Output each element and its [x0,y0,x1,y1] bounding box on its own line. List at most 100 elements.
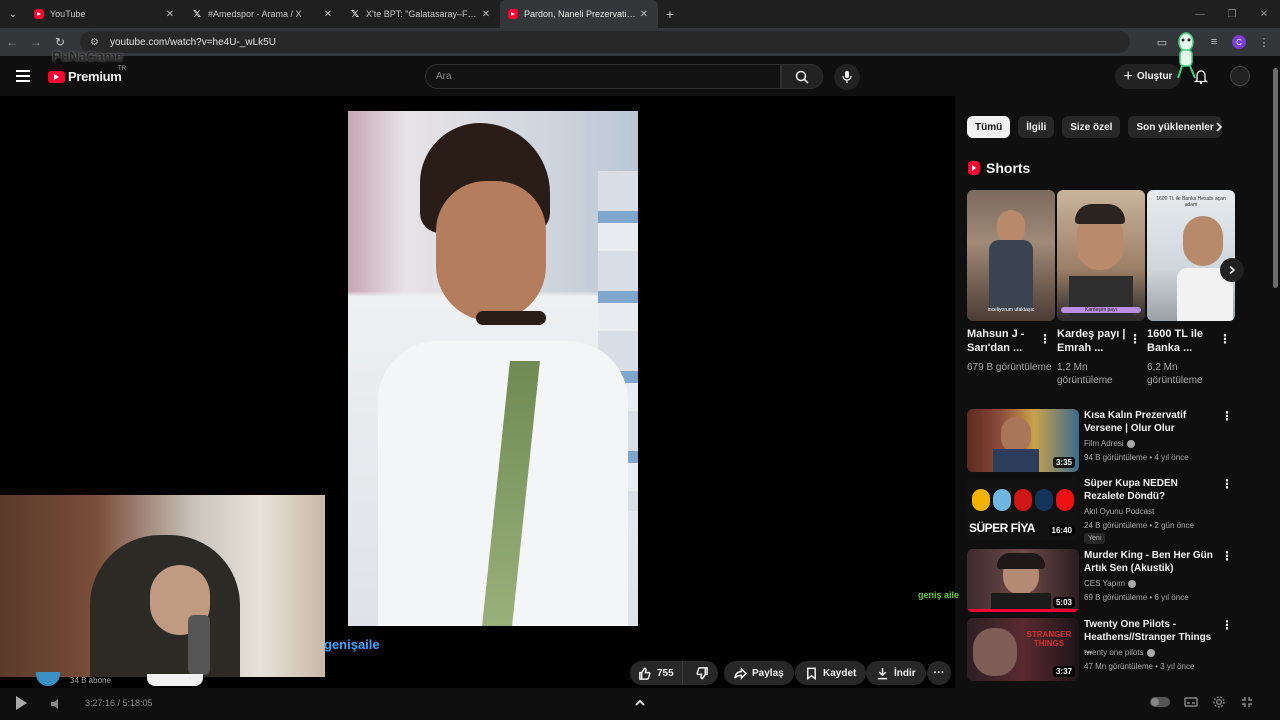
tab-youtube[interactable]: YouTube ✕ [26,0,184,28]
download-icon [877,667,888,679]
recommended-video[interactable]: 3:35 Kısa Kalın Prezervatif Versene | Ol… [967,409,1235,473]
video-frame[interactable] [348,111,638,626]
bookmark-icon [807,667,816,680]
minimize-icon[interactable]: — [1184,0,1216,28]
video-channel[interactable]: Film Adresi [1084,439,1135,448]
youtube-logo[interactable]: Premium TR [48,66,126,84]
tab-bpt[interactable]: 𝕏 X'te BPT: "Galatasaray–Fenerba ✕ [342,0,500,28]
chevron-right-icon[interactable] [1213,121,1225,133]
short-thumbnail[interactable]: 1600 TL ile Banka Hesabı açan adam [1147,190,1235,321]
short-thumbnail[interactable]: Kardeşim payı [1057,190,1145,321]
video-thumbnail[interactable]: 5:03 [967,549,1079,612]
video-channel[interactable]: twenty one pilots [1084,648,1155,657]
save-button[interactable]: Kaydet [795,661,867,685]
media-icon[interactable]: ≡ [1206,36,1222,48]
settings-gear-icon[interactable] [1212,695,1226,709]
window-controls: — ❐ ✕ [1184,0,1280,28]
short-item[interactable]: 1600 TL ile Banka Hesabı açan adam 1600 … [1147,190,1235,387]
more-vertical-icon[interactable]: ⋮ [1221,549,1233,563]
chevron-up-icon[interactable] [633,696,647,710]
player-bottom-bar: 3:27:16 / 5:18:05 [0,688,1270,720]
scrollbar-thumb[interactable] [1273,68,1278,288]
autoplay-toggle[interactable] [1150,697,1170,707]
channel-name-link[interactable]: genişaile [324,637,380,652]
search-input[interactable]: Ara [425,64,781,89]
subtitles-icon[interactable] [1184,695,1198,709]
volume-icon[interactable] [49,697,63,711]
back-icon[interactable]: ← [0,28,24,56]
short-title: 1600 TL ile Banka ... [1147,328,1204,354]
more-vertical-icon[interactable]: ⋮ [1219,332,1231,346]
thumb-face [1183,216,1223,266]
address-bar[interactable]: ⚙ youtube.com/watch?v=he4U-_wLk5U [80,31,1130,53]
close-icon[interactable]: ✕ [322,9,334,20]
fullscreen-exit-icon[interactable] [1240,695,1254,709]
forward-icon[interactable]: → [24,28,48,56]
verified-badge-icon [1146,648,1155,657]
time-display: 3:27:16 / 5:18:05 [85,698,153,708]
youtube-icon [34,9,44,19]
tab-current-video[interactable]: Pardon, Naneli Prezervatif Var M ✕ [500,0,658,28]
new-tab-button[interactable]: + [658,6,682,22]
thumb-shirt [1069,276,1133,321]
subscribe-button[interactable] [147,674,203,686]
stream-overlay-logo: PuNaGame [52,48,123,64]
close-icon[interactable]: ✕ [638,9,650,20]
stream-mascot-icon [1177,32,1196,79]
menu-icon[interactable] [16,70,30,82]
profile-avatar[interactable]: C [1232,35,1246,49]
voice-search-button[interactable] [834,64,860,90]
chip-related[interactable]: İlgili [1018,116,1055,138]
video-channel[interactable]: Akıl Oyunu Podcast [1084,507,1154,516]
share-label: Paylaş [752,667,784,679]
video-thumbnail[interactable]: SÜPER FİYA 16:40 [967,477,1079,540]
short-thumbnail[interactable]: inceliyorum ufaktaşıc [967,190,1055,321]
short-item[interactable]: Kardeşim payı Kardeş payı | Emrah ... 1,… [1057,190,1145,387]
video-thumbnail[interactable]: STRANGER THINGS 3:37 [967,618,1079,681]
shorts-next-button[interactable] [1220,258,1244,282]
video-thumbnail[interactable]: 3:35 [967,409,1079,472]
like-group: 755 [630,661,718,685]
restore-icon[interactable]: ❐ [1216,0,1248,28]
like-button[interactable]: 755 [630,661,683,685]
search-placeholder: Ara [436,71,452,82]
close-icon[interactable]: ✕ [480,9,492,20]
more-vertical-icon[interactable]: ⋮ [1221,409,1233,423]
chip-for-you[interactable]: Size özel [1062,116,1121,138]
recommended-video[interactable]: 5:03 Murder King - Ben Her Gün Artık Sen… [967,549,1235,613]
video-title[interactable]: Süper Kupa NEDEN Rezalete Döndü? [1084,477,1220,503]
more-vertical-icon[interactable]: ⋮ [1221,618,1233,632]
search-icon [795,70,809,84]
video-title[interactable]: Murder King - Ben Her Gün Artık Sen (Aku… [1084,549,1220,575]
share-button[interactable]: Paylaş [724,661,794,685]
more-vertical-icon[interactable]: ⋮ [1039,332,1051,346]
thumb-person [973,628,1017,676]
more-vertical-icon[interactable]: ⋮ [1129,332,1141,346]
recommended-video[interactable]: STRANGER THINGS 3:37 Twenty One Pilots -… [967,618,1235,682]
search-button[interactable] [781,64,823,89]
video-channel[interactable]: CES Yapım [1084,579,1137,588]
account-avatar[interactable] [1230,66,1250,86]
download-button[interactable]: İndir [866,661,926,685]
recommended-video[interactable]: SÜPER FİYA 16:40 Süper Kupa NEDEN Rezale… [967,477,1235,544]
browser-menu-icon[interactable]: ⋮ [1256,36,1272,49]
youtube-icon [48,70,65,83]
video-title[interactable]: Kısa Kalın Prezervatif Versene | Olur Ol… [1084,409,1220,435]
tab-search-icon[interactable]: ⌄ [0,0,26,28]
dislike-button[interactable] [688,666,717,680]
site-info-icon[interactable]: ⚙ [90,37,104,48]
short-views: 679 B görüntüleme [967,362,1052,373]
play-icon[interactable] [16,696,27,710]
more-actions-button[interactable]: ··· [927,661,951,685]
microphone [188,615,210,675]
short-item[interactable]: inceliyorum ufaktaşıc Mahsun J - Sarı'da… [967,190,1055,374]
close-window-icon[interactable]: ✕ [1248,0,1280,28]
short-overlay-text: Kardeşim payı [1061,307,1141,313]
chip-all[interactable]: Tümü [967,116,1011,138]
youtube-masthead: Premium TR Ara + Oluştur [0,56,1270,96]
page-scrollbar[interactable] [1270,56,1280,688]
chip-recently-uploaded[interactable]: Son yüklenenler [1128,116,1222,138]
more-vertical-icon[interactable]: ⋮ [1221,477,1233,491]
tab-amedspor[interactable]: 𝕏 #Amedspor - Arama / X ✕ [184,0,342,28]
close-icon[interactable]: ✕ [164,9,176,20]
